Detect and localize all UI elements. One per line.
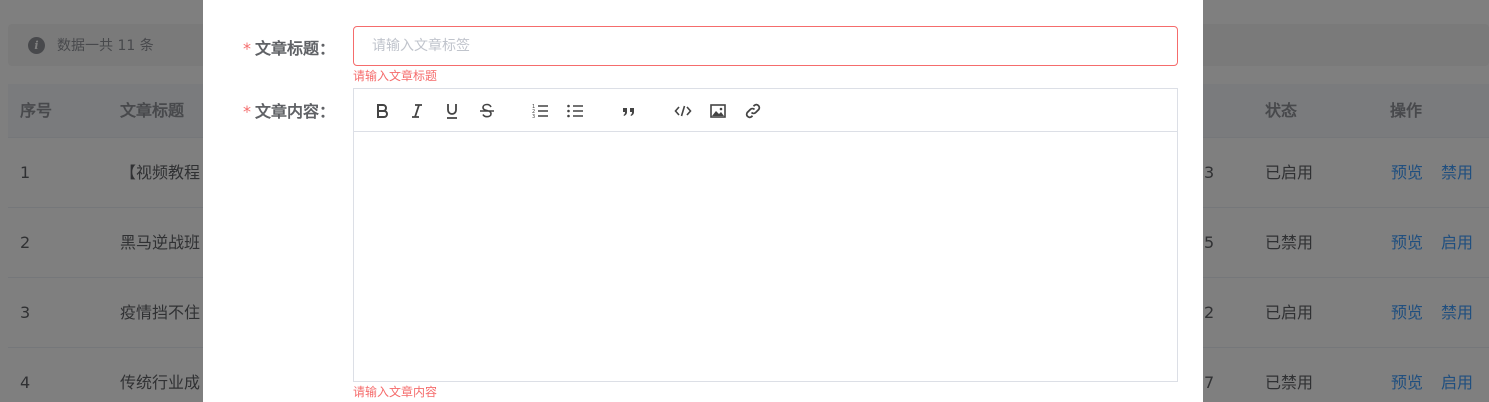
content-label-text: 文章内容： (254, 102, 335, 121)
link-icon[interactable] (740, 98, 766, 124)
blockquote-icon[interactable] (616, 98, 642, 124)
italic-icon[interactable] (404, 98, 430, 124)
content-label: * 文章内容： (243, 98, 335, 122)
rich-text-editor: 123 (353, 88, 1178, 382)
underline-icon[interactable] (439, 98, 465, 124)
editor-toolbar: 123 (354, 89, 1177, 132)
svg-text:3: 3 (532, 114, 535, 120)
article-edit-dialog: *文章标题： 请输入文章标题 *文章内容： 123 (203, 0, 1203, 402)
image-icon[interactable] (705, 98, 731, 124)
bullet-list-icon[interactable] (562, 98, 588, 124)
required-mark: * (242, 102, 251, 121)
ordered-list-icon[interactable]: 123 (527, 98, 553, 124)
title-error: 请输入文章标题 (353, 69, 438, 83)
code-icon[interactable] (670, 98, 696, 124)
bold-icon[interactable] (369, 98, 395, 124)
strikethrough-icon[interactable] (474, 98, 500, 124)
title-input[interactable] (353, 26, 1178, 66)
title-label: * 文章标题： (243, 35, 335, 59)
content-error: 请输入文章内容 (353, 385, 438, 399)
editor-content-area[interactable] (354, 132, 1177, 381)
required-mark: * (242, 39, 251, 58)
title-label-text: 文章标题： (254, 39, 335, 58)
